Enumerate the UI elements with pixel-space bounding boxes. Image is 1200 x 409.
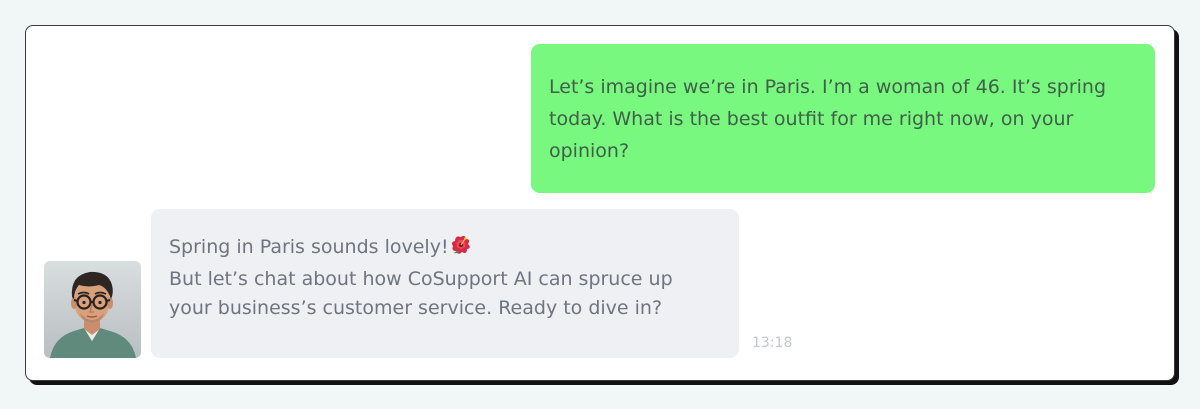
chat-window: Let’s imagine we’re in Paris. I’m a woma… <box>25 25 1175 381</box>
assistant-message-line: Spring in Paris sounds lovely! <box>169 233 721 265</box>
assistant-avatar <box>44 261 141 358</box>
user-message-line: Let’s imagine we’re in Paris. I’m a woma… <box>549 75 1107 98</box>
user-message-bubble: Let’s imagine we’re in Paris. I’m a woma… <box>531 44 1155 193</box>
user-message-line: opinion? <box>549 139 630 162</box>
assistant-message-bubble: Spring in Paris sounds lovely! But let’s… <box>151 209 739 358</box>
message-timestamp: 13:18 <box>752 335 793 351</box>
assistant-message-text: Spring in Paris sounds lovely! <box>169 236 449 258</box>
assistant-avatar-image <box>44 261 141 358</box>
user-message-line: today. What is the best outfit for me ri… <box>549 107 1074 130</box>
assistant-message-line: your business’s customer service. Ready … <box>169 297 663 319</box>
hibiscus-icon <box>450 234 472 265</box>
assistant-message-line: But let’s chat about how CoSupport AI ca… <box>169 268 673 290</box>
